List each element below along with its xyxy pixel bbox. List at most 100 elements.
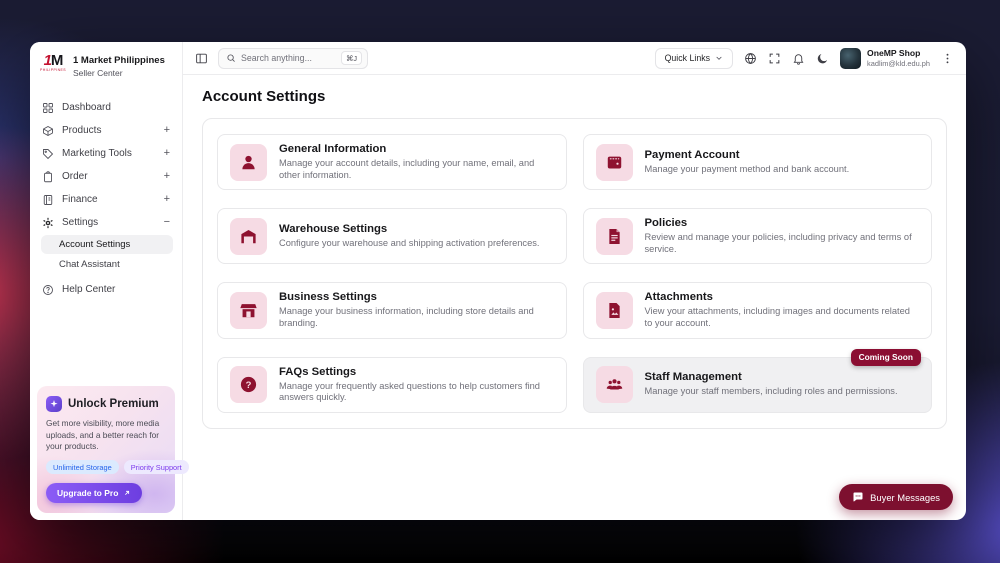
- question-mark-icon: ?: [230, 366, 267, 404]
- card-title: Warehouse Settings: [279, 223, 388, 236]
- brand-logo: 1M PHILIPPINES: [40, 53, 66, 79]
- person-icon: [230, 143, 267, 181]
- card-staff-management: Coming Soon Staff Management Manage your…: [582, 348, 932, 413]
- collapse-minus-icon[interactable]: −: [164, 217, 170, 228]
- upgrade-to-pro-button[interactable]: Upgrade to Pro: [46, 483, 143, 503]
- page-title: Account Settings: [202, 88, 326, 105]
- card-payment-account[interactable]: Payment Account Manage your payment meth…: [582, 134, 932, 191]
- dark-mode-moon-icon[interactable]: [816, 52, 829, 65]
- arrow-up-right-icon: [125, 490, 130, 495]
- coming-soon-badge: Coming Soon: [850, 348, 921, 366]
- quick-links-label: Quick Links: [664, 53, 711, 63]
- quick-links-button[interactable]: Quick Links: [654, 47, 734, 69]
- search-icon: [227, 54, 235, 62]
- card-title: Business Settings: [279, 291, 377, 304]
- card-description: View your attachments, including images …: [644, 306, 910, 329]
- sidebar: 1M PHILIPPINES 1 Market Philippines Sell…: [30, 42, 189, 520]
- tag-icon: [43, 148, 54, 159]
- card-business-settings[interactable]: Business Settings Manage your business i…: [217, 282, 567, 339]
- storefront-icon: [230, 292, 267, 330]
- user-email: kadlim@kld.edu.ph: [867, 59, 930, 68]
- sidebar-subitem-account-settings[interactable]: Account Settings: [41, 235, 173, 254]
- sidebar-item-label: Dashboard: [62, 102, 111, 113]
- expand-plus-icon[interactable]: +: [164, 194, 170, 205]
- brand-name: 1 Market Philippines: [73, 54, 165, 66]
- sidebar-item-label: Products: [62, 125, 102, 136]
- language-globe-icon[interactable]: [744, 52, 757, 65]
- chat-bubble-icon: [853, 492, 863, 502]
- gear-icon: [43, 217, 53, 228]
- fullscreen-icon[interactable]: [768, 52, 781, 65]
- settings-cards-panel: General Information Manage your account …: [202, 118, 947, 429]
- card-title: General Information: [279, 143, 387, 155]
- kebab-menu-icon[interactable]: [941, 52, 954, 65]
- sidebar-subitem-label: Chat Assistant: [59, 259, 120, 270]
- card-title: FAQs Settings: [279, 365, 357, 378]
- card-title: Attachments: [644, 291, 713, 304]
- content: Account Settings General Information Man…: [183, 75, 966, 520]
- sidebar-toggle-icon[interactable]: [195, 52, 208, 65]
- chevron-down-icon: [716, 56, 722, 60]
- keyboard-shortcut-badge: ⌘J: [341, 51, 362, 65]
- card-policies[interactable]: Policies Review and manage your policies…: [582, 208, 932, 265]
- card-faqs-settings[interactable]: ? FAQs Settings Manage your frequently a…: [217, 356, 567, 413]
- sidebar-item-help-center[interactable]: Help Center: [39, 278, 173, 301]
- card-title: Payment Account: [644, 148, 740, 161]
- user-name: OneMP Shop: [867, 48, 921, 58]
- sidebar-item-label: Settings: [62, 217, 99, 228]
- sidebar-item-products[interactable]: Products +: [39, 119, 173, 142]
- sidebar-subitem-label: Account Settings: [59, 239, 131, 250]
- expand-plus-icon[interactable]: +: [164, 171, 170, 182]
- card-warehouse-settings[interactable]: Warehouse Settings Configure your wareho…: [217, 208, 567, 265]
- card-description: Manage your account details, including y…: [279, 158, 535, 180]
- card-title: Policies: [644, 217, 688, 230]
- brand: 1M PHILIPPINES 1 Market Philippines Sell…: [30, 42, 182, 88]
- sidebar-item-label: Marketing Tools: [62, 148, 132, 159]
- card-description: Manage your frequently asked questions t…: [279, 380, 540, 403]
- wallet-icon: [595, 143, 633, 181]
- card-title: Staff Management: [644, 371, 742, 384]
- svg-text:?: ?: [246, 380, 252, 391]
- expand-plus-icon[interactable]: +: [164, 125, 170, 136]
- expand-plus-icon[interactable]: +: [164, 148, 170, 159]
- sidebar-item-label: Help Center: [62, 284, 116, 295]
- topbar: ⌘J Quick Links: [183, 42, 966, 75]
- logo-digit: 1: [43, 52, 52, 69]
- premium-description: Get more visibility, more media uploads,…: [46, 418, 160, 452]
- image-document-icon: [595, 292, 633, 330]
- sidebar-item-dashboard[interactable]: Dashboard: [39, 96, 173, 119]
- sidebar-item-finance[interactable]: Finance +: [39, 188, 173, 211]
- package-icon: [43, 125, 53, 136]
- sidebar-nav: Dashboard Products + Marketing Tools + O…: [30, 88, 182, 378]
- logo-caption: PHILIPPINES: [40, 68, 66, 72]
- avatar: [840, 47, 862, 69]
- card-description: Manage your payment method and bank acco…: [644, 163, 850, 174]
- dashboard-icon: [43, 102, 53, 113]
- warehouse-icon: [230, 217, 267, 255]
- upgrade-button-label: Upgrade to Pro: [57, 488, 119, 498]
- sparkle-icon: [46, 396, 62, 413]
- card-description: Configure your warehouse and shipping ac…: [279, 238, 540, 249]
- card-general-information[interactable]: General Information Manage your account …: [217, 134, 567, 191]
- main-area: ⌘J Quick Links: [183, 42, 966, 520]
- badge-priority-support: Priority Support: [123, 460, 189, 474]
- sidebar-subitem-chat-assistant[interactable]: Chat Assistant: [41, 255, 173, 274]
- buyer-messages-label: Buyer Messages: [870, 491, 940, 503]
- sidebar-item-marketing-tools[interactable]: Marketing Tools +: [39, 142, 173, 165]
- sidebar-item-order[interactable]: Order +: [39, 165, 173, 188]
- buyer-messages-button[interactable]: Buyer Messages: [839, 484, 953, 510]
- brand-subtitle: Seller Center: [73, 67, 123, 78]
- app-window: 1M PHILIPPINES 1 Market Philippines Sell…: [30, 42, 966, 520]
- search-input[interactable]: ⌘J: [218, 47, 368, 69]
- premium-promo-card: Unlock Premium Get more visibility, more…: [37, 386, 189, 513]
- card-attachments[interactable]: Attachments View your attachments, inclu…: [582, 282, 932, 339]
- notifications-bell-icon[interactable]: [792, 52, 805, 65]
- user-menu[interactable]: OneMP Shop kadlim@kld.edu.ph: [840, 47, 930, 69]
- logo-letter: M: [50, 52, 63, 69]
- clipboard-icon: [44, 170, 52, 182]
- sidebar-item-settings[interactable]: Settings −: [39, 211, 173, 234]
- card-description: Review and manage your policies, includi…: [644, 232, 912, 254]
- search-field[interactable]: [241, 53, 337, 63]
- sidebar-item-label: Finance: [62, 194, 98, 205]
- people-group-icon: [595, 366, 633, 404]
